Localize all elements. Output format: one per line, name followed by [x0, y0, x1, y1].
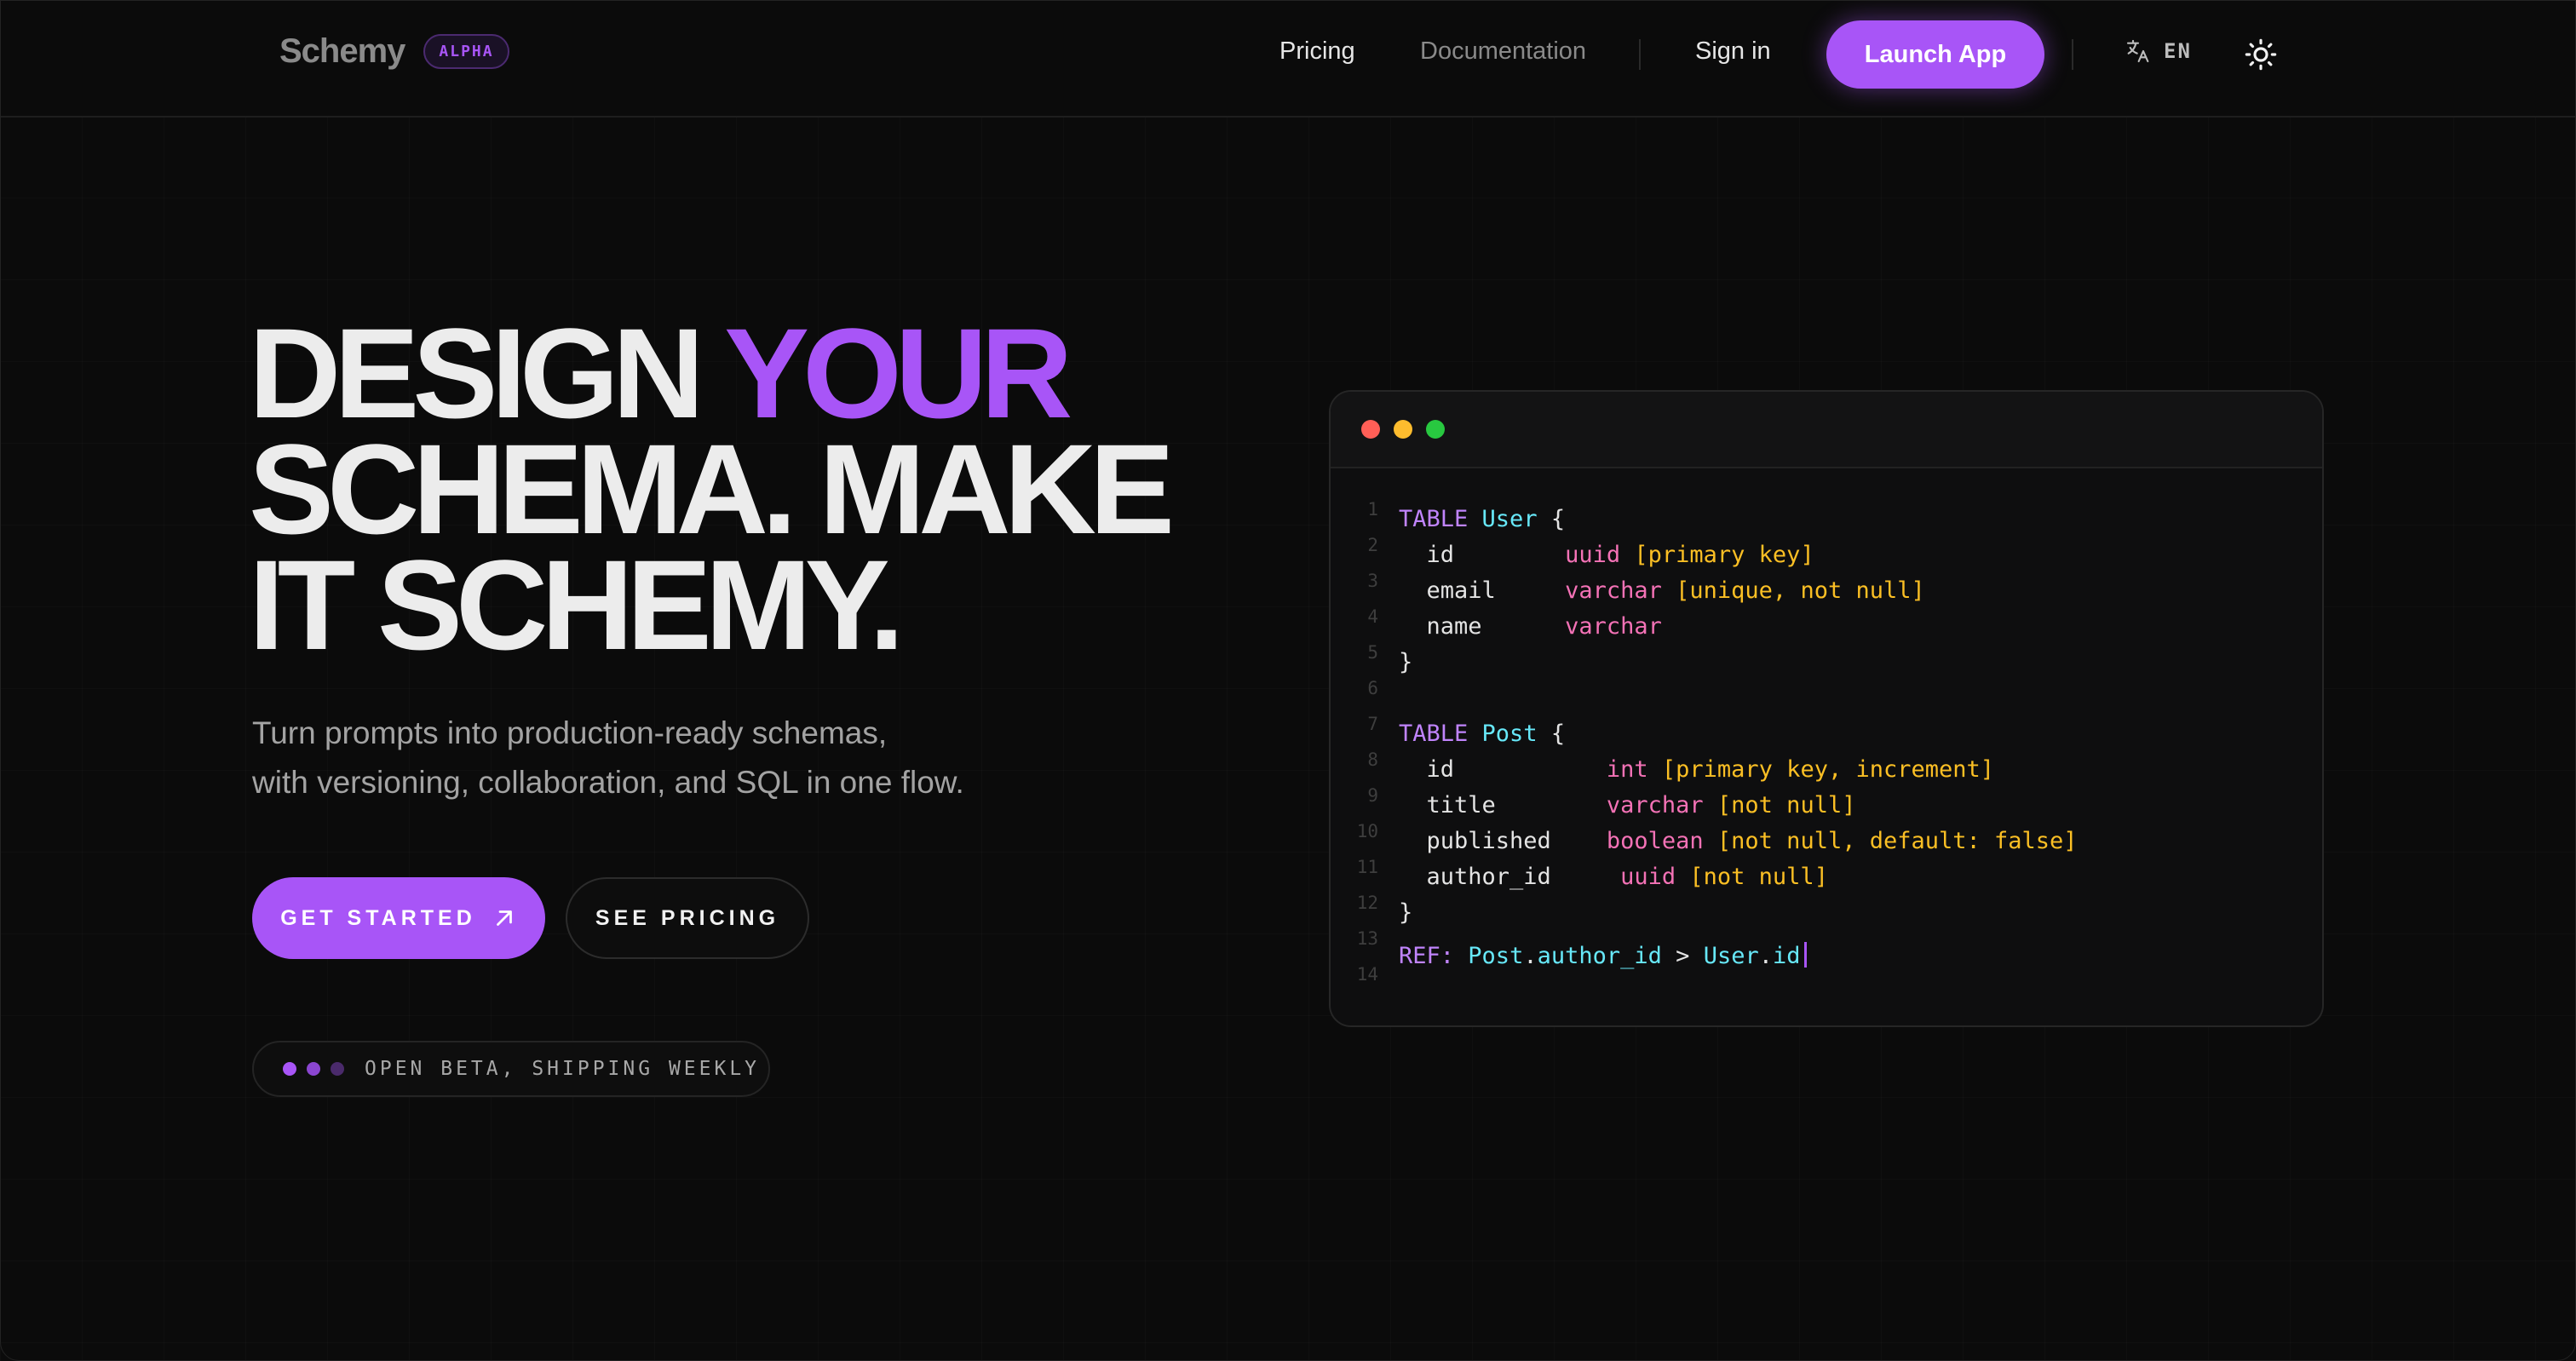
status-dot — [307, 1062, 320, 1076]
language-label: EN — [2164, 39, 2192, 63]
status-dot — [331, 1062, 344, 1076]
line-number: 7 — [1367, 714, 1378, 734]
ref-statement: REF: Post.author_id > User.id — [1399, 942, 1807, 969]
code-text: email varchar [unique, not null] — [1399, 577, 1925, 604]
alpha-badge: ALPHA — [423, 34, 509, 69]
theme-toggle-button[interactable] — [2244, 37, 2278, 72]
code-text: id int [primary key, increment] — [1399, 756, 1995, 783]
nav-sign-in-link[interactable]: Sign in — [1695, 37, 1771, 66]
nav-divider — [1639, 39, 1641, 70]
code-line: 6 — [1331, 673, 2322, 709]
subtitle-line-2: with versioning, collaboration, and SQL … — [252, 765, 964, 800]
translate-icon — [2126, 39, 2149, 63]
hero-headline: DESIGN YOUR SCHEMA. MAKE IT SCHEMY. — [249, 309, 1175, 669]
language-selector[interactable]: EN — [2125, 37, 2192, 65]
code-line: 7 TABLE Post { — [1331, 709, 2322, 747]
code-line: 3 email varchar [unique, not null] — [1331, 566, 2322, 604]
code-line: 10 published boolean [not null, default:… — [1331, 816, 2322, 854]
code-line: 9 title varchar [not null] — [1331, 780, 2322, 818]
brand-logo-text[interactable]: Schemy — [279, 32, 405, 71]
window-titlebar — [1331, 392, 2322, 468]
sun-icon — [2245, 38, 2277, 71]
line-number: 11 — [1356, 857, 1378, 877]
line-number: 2 — [1367, 535, 1378, 555]
code-line: 12} — [1331, 887, 2322, 926]
headline-line-3: IT SCHEMY. — [249, 533, 905, 676]
code-line: 5} — [1331, 637, 2322, 675]
code-line: 2 id uuid [primary key] — [1331, 530, 2322, 568]
get-started-button[interactable]: GET STARTED — [252, 877, 545, 959]
code-line: 4 name varchar — [1331, 601, 2322, 640]
code-text: name varchar — [1399, 613, 1662, 640]
code-text: published boolean [not null, default: fa… — [1399, 828, 2078, 854]
hero-subtitle: Turn prompts into production-ready schem… — [252, 709, 1104, 807]
status-text: OPEN BETA, SHIPPING WEEKLY — [365, 1058, 761, 1080]
code-text: author_id uuid [not null] — [1399, 864, 1828, 890]
maximize-window-dot — [1426, 420, 1445, 439]
launch-app-button[interactable]: Launch App — [1826, 20, 2044, 89]
line-number: 14 — [1356, 964, 1378, 985]
line-number: 5 — [1367, 642, 1378, 663]
code-body: 1 TABLE User { 2 id uuid [primary key] 3 … — [1331, 468, 2322, 995]
code-line: 1 TABLE User { — [1331, 494, 2322, 532]
get-started-label: GET STARTED — [280, 905, 476, 930]
line-number: 9 — [1367, 785, 1378, 806]
code-line: 8 id int [primary key, increment] — [1331, 744, 2322, 783]
code-text: id uuid [primary key] — [1399, 542, 1814, 568]
code-text: } — [1399, 899, 1413, 926]
top-nav: Schemy ALPHA Pricing Documentation Sign … — [0, 0, 2576, 118]
nav-divider-2 — [2072, 39, 2073, 70]
nav-documentation-link[interactable]: Documentation — [1420, 37, 1586, 66]
line-number: 8 — [1367, 749, 1378, 770]
close-window-dot — [1361, 420, 1380, 439]
line-number: 6 — [1367, 678, 1378, 698]
line-number: 12 — [1356, 893, 1378, 913]
text-cursor — [1803, 942, 1807, 968]
line-number: 4 — [1367, 606, 1378, 627]
subtitle-line-1: Turn prompts into production-ready schem… — [252, 715, 888, 750]
code-text: title varchar [not null] — [1399, 792, 1856, 818]
minimize-window-dot — [1394, 420, 1412, 439]
code-text: } — [1399, 649, 1413, 675]
line-number: 10 — [1356, 821, 1378, 841]
code-line: 11 author_id uuid [not null] — [1331, 852, 2322, 890]
line-number: 13 — [1356, 928, 1378, 949]
line-number: 3 — [1367, 571, 1378, 591]
arrow-up-right-icon — [496, 910, 512, 926]
brand[interactable]: Schemy ALPHA — [279, 32, 509, 71]
nav-pricing-link[interactable]: Pricing — [1279, 37, 1355, 66]
line-number: 1 — [1367, 499, 1378, 520]
status-dot — [283, 1062, 296, 1076]
status-badge: OPEN BETA, SHIPPING WEEKLY — [252, 1041, 770, 1097]
code-editor-window: 1 TABLE User { 2 id uuid [primary key] 3 … — [1329, 390, 2324, 1027]
code-text: TABLE User { — [1399, 506, 1566, 532]
code-text: TABLE Post { — [1399, 721, 1566, 747]
see-pricing-button[interactable]: SEE PRICING — [566, 877, 809, 959]
